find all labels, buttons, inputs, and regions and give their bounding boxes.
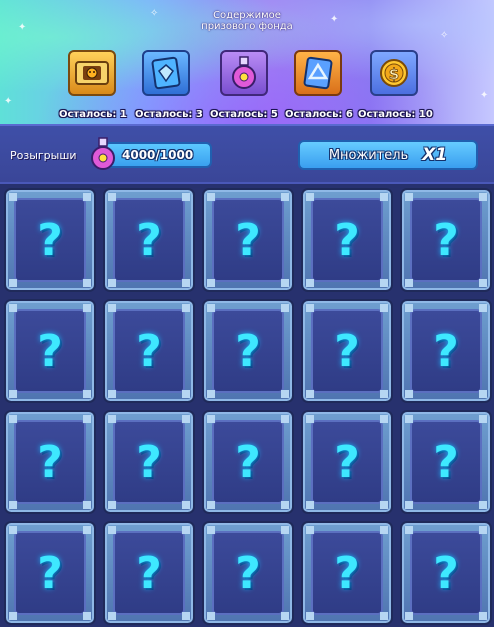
question-mark-icon: ? bbox=[334, 436, 360, 488]
prize-item-gold-ticket[interactable] bbox=[62, 50, 122, 100]
gold-coin-icon: $ bbox=[370, 50, 418, 96]
question-mark-icon: ? bbox=[433, 436, 459, 488]
mystery-card[interactable]: ? bbox=[202, 410, 294, 514]
mystery-card[interactable]: ? bbox=[4, 410, 96, 514]
prize-pool-header: ✦ ✧ ✦ ✧ ✦ ✦ Содержимое призового фонда $… bbox=[0, 0, 494, 124]
sparkle-icon: ✦ bbox=[480, 90, 489, 101]
prize-item-gold-coin[interactable]: $ bbox=[364, 50, 424, 100]
prize-pool-title-line2: призового фонда bbox=[201, 21, 293, 32]
question-mark-icon: ? bbox=[433, 214, 459, 266]
orange-card-icon bbox=[294, 50, 342, 96]
prize-item-blue-card[interactable] bbox=[136, 50, 196, 100]
question-mark-icon: ? bbox=[136, 325, 162, 377]
question-mark-icon: ? bbox=[235, 325, 261, 377]
question-mark-icon: ? bbox=[37, 436, 63, 488]
prize-count-potion: Осталось: 5 bbox=[210, 109, 278, 120]
mystery-card[interactable]: ? bbox=[103, 410, 195, 514]
mystery-card[interactable]: ? bbox=[4, 521, 96, 625]
mystery-card[interactable]: ? bbox=[301, 188, 393, 292]
question-mark-icon: ? bbox=[37, 547, 63, 599]
mystery-card[interactable]: ? bbox=[103, 299, 195, 403]
mystery-card[interactable]: ? bbox=[301, 410, 393, 514]
multiplier-label: Множитель bbox=[328, 147, 409, 163]
question-mark-icon: ? bbox=[334, 325, 360, 377]
question-mark-icon: ? bbox=[136, 547, 162, 599]
mystery-card[interactable]: ? bbox=[202, 299, 294, 403]
mystery-card[interactable]: ? bbox=[202, 521, 294, 625]
mystery-card[interactable]: ? bbox=[202, 188, 294, 292]
prize-count-blue-card: Осталось: 3 bbox=[135, 109, 203, 120]
prize-item-potion[interactable] bbox=[214, 50, 274, 100]
prize-count-gold-ticket: Осталось: 1 bbox=[59, 109, 127, 120]
mystery-card[interactable]: ? bbox=[103, 188, 195, 292]
multiplier-button[interactable]: Множитель X1 bbox=[298, 140, 478, 170]
question-mark-icon: ? bbox=[136, 214, 162, 266]
mystery-card[interactable]: ? bbox=[301, 521, 393, 625]
mystery-card[interactable]: ? bbox=[400, 410, 492, 514]
potion-flask-icon bbox=[88, 136, 118, 172]
draws-value: 4000/1000 bbox=[122, 148, 194, 162]
card-grid: ???????????????????? bbox=[0, 182, 494, 627]
mystery-card[interactable]: ? bbox=[400, 521, 492, 625]
question-mark-icon: ? bbox=[334, 214, 360, 266]
blue-card-icon bbox=[142, 50, 190, 96]
question-mark-icon: ? bbox=[235, 214, 261, 266]
prize-pool-title-line1: Содержимое bbox=[213, 10, 281, 21]
question-mark-icon: ? bbox=[37, 214, 63, 266]
gold-ticket-icon bbox=[68, 50, 116, 96]
question-mark-icon: ? bbox=[136, 436, 162, 488]
mystery-card[interactable]: ? bbox=[4, 188, 96, 292]
info-bar: Розыгрыши 4000/1000 Множитель X1 bbox=[0, 124, 494, 182]
prize-count-orange-card: Осталось: 6 bbox=[285, 109, 353, 120]
question-mark-icon: ? bbox=[235, 436, 261, 488]
question-mark-icon: ? bbox=[37, 325, 63, 377]
prize-pool-title: Содержимое призового фонда bbox=[0, 10, 494, 32]
draws-counter: 4000/1000 bbox=[104, 142, 212, 168]
draws-label: Розыгрыши bbox=[10, 149, 77, 162]
sparkle-icon: ✦ bbox=[4, 96, 13, 107]
question-mark-icon: ? bbox=[334, 547, 360, 599]
potion-flask-icon bbox=[220, 50, 268, 96]
prize-count-gold-coin: Осталось: 10 bbox=[358, 109, 433, 120]
question-mark-icon: ? bbox=[235, 547, 261, 599]
svg-text:$: $ bbox=[389, 65, 399, 83]
mystery-card[interactable]: ? bbox=[400, 299, 492, 403]
mystery-card[interactable]: ? bbox=[301, 299, 393, 403]
prize-item-orange-card[interactable] bbox=[288, 50, 348, 100]
mystery-card[interactable]: ? bbox=[4, 299, 96, 403]
question-mark-icon: ? bbox=[433, 547, 459, 599]
question-mark-icon: ? bbox=[433, 325, 459, 377]
mystery-card[interactable]: ? bbox=[400, 188, 492, 292]
multiplier-value: X1 bbox=[422, 145, 448, 165]
mystery-card[interactable]: ? bbox=[103, 521, 195, 625]
